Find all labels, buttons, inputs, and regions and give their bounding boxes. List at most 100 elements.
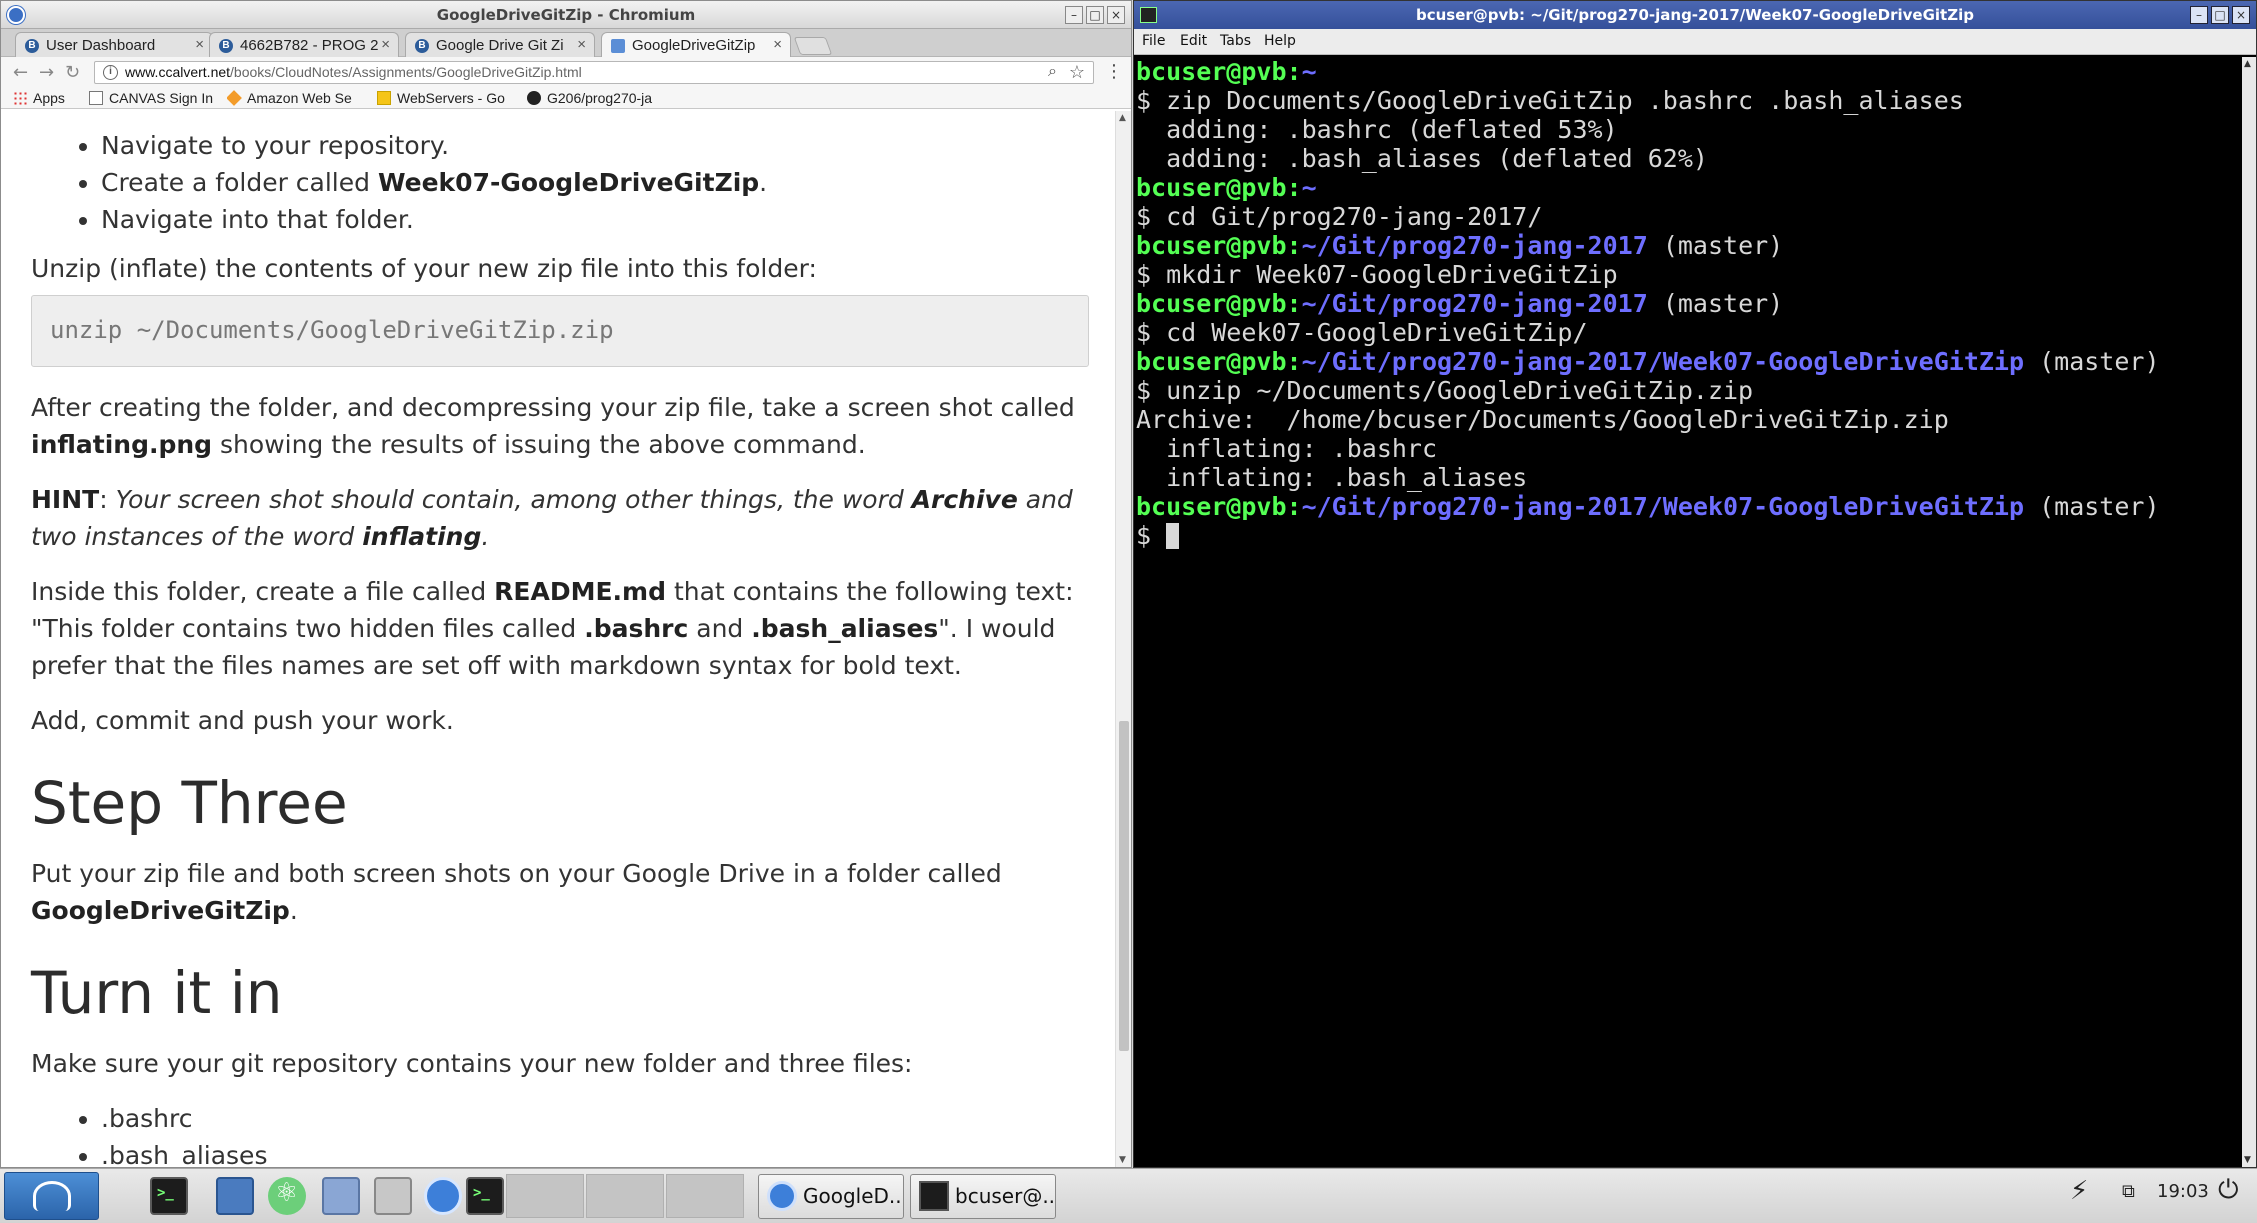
- tab-googledrivegitzip-active[interactable]: GoogleDriveGitZip ×: [601, 32, 791, 57]
- start-menu-button[interactable]: [4, 1172, 99, 1220]
- minimize-button[interactable]: –: [1065, 6, 1083, 24]
- commit-paragraph: Add, commit and push your work.: [31, 706, 454, 735]
- menu-help[interactable]: Help: [1264, 33, 1296, 49]
- bookmark-label: G206/prog270-ja: [547, 90, 653, 106]
- power-manager-icon[interactable]: ⚡: [2070, 1176, 2088, 1206]
- terminal-line: Archive: /home/bcuser/Documents/GoogleDr…: [1136, 405, 1949, 434]
- bookmark-label: WebServers - Go: [397, 90, 505, 106]
- terminal-line: $ cd Week07-GoogleDriveGitZip/: [1136, 318, 1588, 347]
- taskbar-chromium[interactable]: GoogleD...: [758, 1174, 904, 1219]
- filename: .bash_aliases: [751, 614, 939, 643]
- terminal-output[interactable]: bcuser@pvb:~ $ zip Documents/GoogleDriveG…: [1134, 57, 2242, 1167]
- tab-strip: B User Dashboard × B 4662B782 - PROG 2 ×…: [1, 29, 1131, 57]
- prompt-user-host: bcuser@pvb: [1136, 57, 1287, 86]
- tab-prog[interactable]: B 4662B782 - PROG 2 ×: [209, 32, 399, 57]
- bookmark-canvas[interactable]: CANVAS Sign In: [89, 90, 219, 106]
- tab-label: Google Drive Git Zi: [436, 37, 564, 54]
- close-tab-icon[interactable]: ×: [195, 36, 204, 53]
- list-item-text: Create a folder called: [101, 168, 378, 197]
- scroll-up-icon[interactable]: ▲: [1119, 113, 1126, 123]
- text: Put your zip file and both screen shots …: [31, 859, 1002, 888]
- page-icon: [89, 91, 103, 105]
- reload-icon[interactable]: ↻: [65, 62, 80, 83]
- hint-paragraph: HINT: Your screen shot should contain, a…: [31, 485, 1073, 551]
- prompt-path: ~: [1301, 173, 1317, 202]
- menu-edit[interactable]: Edit: [1180, 33, 1207, 49]
- prompt-colon: :: [1286, 347, 1302, 376]
- taskbar-terminal[interactable]: bcuser@...: [910, 1174, 1056, 1219]
- chromium-launcher-icon[interactable]: [424, 1177, 462, 1215]
- maximize-button[interactable]: □: [2211, 6, 2229, 24]
- b-icon: B: [415, 39, 429, 53]
- menu-file[interactable]: File: [1142, 33, 1165, 49]
- list-item: Navigate to your repository.: [101, 127, 1077, 164]
- zoom-icon[interactable]: ⌕: [1048, 63, 1057, 81]
- prompt-path: ~/Git/prog270-jang-2017: [1301, 289, 1648, 318]
- browser-titlebar[interactable]: GoogleDriveGitZip - Chromium – □ ×: [1, 1, 1131, 29]
- bookmark-webservers[interactable]: WebServers - Go: [377, 90, 517, 106]
- terminal-cursor[interactable]: [1166, 523, 1180, 549]
- browser-launcher-icon[interactable]: [216, 1177, 254, 1215]
- terminal-scrollbar[interactable]: ▲ ▼: [2242, 57, 2256, 1167]
- terminal-launcher-icon[interactable]: [150, 1177, 188, 1215]
- task-label: bcuser@...: [955, 1184, 1056, 1208]
- prompt-path: ~/Git/prog270-jang-2017/Week07-GoogleDri…: [1301, 492, 2025, 521]
- folder-name: Week07-GoogleDriveGitZip: [377, 168, 760, 197]
- bookmark-star-icon[interactable]: ☆: [1069, 62, 1085, 83]
- url-path: /books/CloudNotes/Assignments/GoogleDriv…: [230, 64, 582, 80]
- text: Inside this folder, create a file called: [31, 577, 495, 606]
- close-button[interactable]: ×: [2232, 6, 2250, 24]
- workspace-3[interactable]: [666, 1174, 744, 1218]
- tab-google-drive-git-zip[interactable]: B Google Drive Git Zi ×: [405, 32, 595, 57]
- terminal-line: adding: .bashrc (deflated 53%): [1136, 115, 1618, 144]
- browser-menu-icon[interactable]: ⋮: [1105, 61, 1123, 82]
- new-tab-button[interactable]: [793, 37, 833, 55]
- info-icon[interactable]: i: [103, 65, 118, 80]
- close-tab-icon[interactable]: ×: [577, 36, 586, 53]
- address-bar[interactable]: i www.ccalvert.net/books/CloudNotes/Assi…: [94, 61, 1094, 84]
- page-scrollbar[interactable]: ▲ ▼: [1115, 111, 1131, 1167]
- browser-window-title: GoogleDriveGitZip - Chromium: [436, 6, 696, 24]
- network-icon[interactable]: ⧉: [2122, 1181, 2135, 1202]
- atom-launcher-icon[interactable]: [268, 1177, 306, 1215]
- power-button-icon[interactable]: ⏻: [2218, 1175, 2239, 1206]
- text: and: [688, 614, 752, 643]
- terminal-line: bcuser@pvb:~: [1136, 57, 2242, 86]
- workspace-1[interactable]: [506, 1174, 584, 1218]
- prompt-branch: (master): [1647, 231, 1784, 260]
- file-manager-icon[interactable]: [322, 1177, 360, 1215]
- menu-tabs[interactable]: Tabs: [1220, 33, 1251, 49]
- bookmark-g206[interactable]: G206/prog270-ja: [527, 90, 667, 106]
- scroll-down-icon[interactable]: ▼: [2244, 1155, 2251, 1165]
- list-item-text: Navigate to your repository.: [101, 131, 450, 160]
- scroll-down-icon[interactable]: ▼: [1119, 1155, 1126, 1165]
- scrollbar-thumb[interactable]: [1119, 721, 1129, 1051]
- filename: .bashrc: [584, 614, 689, 643]
- page-content: Navigate to your repository. Create a fo…: [1, 111, 1117, 1167]
- bookmark-apps[interactable]: Apps: [13, 90, 65, 106]
- bookmark-amazon[interactable]: Amazon Web Se: [227, 90, 367, 106]
- b-icon: B: [25, 39, 39, 53]
- maximize-button[interactable]: □: [1086, 6, 1104, 24]
- terminal-launcher-icon[interactable]: [466, 1177, 504, 1215]
- clock[interactable]: 19:03: [2157, 1181, 2209, 1202]
- workspace-2[interactable]: [586, 1174, 664, 1218]
- text: .: [481, 522, 490, 551]
- terminal-titlebar[interactable]: bcuser@pvb: ~/Git/prog270-jang-2017/Week…: [1134, 1, 2256, 29]
- terminal-line: bcuser@pvb:~/Git/prog270-jang-2017/Week0…: [1136, 347, 2242, 376]
- minimize-button[interactable]: –: [2190, 6, 2208, 24]
- keyword: inflating: [362, 522, 482, 551]
- tab-label: User Dashboard: [46, 37, 156, 54]
- prompt-dollar: $: [1136, 521, 1167, 550]
- aws-icon: [227, 90, 242, 106]
- tab-user-dashboard[interactable]: B User Dashboard ×: [15, 32, 213, 57]
- close-button[interactable]: ×: [1107, 6, 1125, 24]
- browser-window: GoogleDriveGitZip - Chromium – □ × B Use…: [0, 0, 1132, 1168]
- back-arrow-icon[interactable]: ←: [13, 62, 28, 83]
- close-tab-icon[interactable]: ×: [381, 36, 390, 53]
- scroll-up-icon[interactable]: ▲: [2244, 59, 2251, 69]
- step-three-paragraph: Put your zip file and both screen shots …: [31, 855, 1077, 929]
- close-tab-icon[interactable]: ×: [773, 36, 782, 53]
- forward-arrow-icon[interactable]: →: [39, 62, 54, 83]
- show-desktop-icon[interactable]: [374, 1177, 412, 1215]
